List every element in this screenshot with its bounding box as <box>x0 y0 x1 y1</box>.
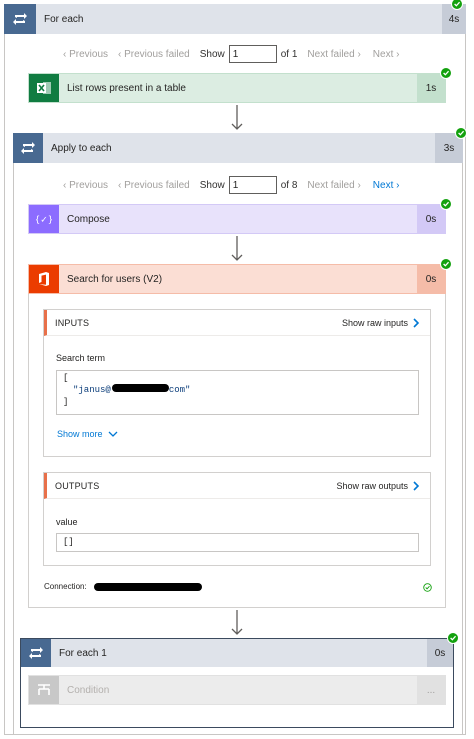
search-users-header[interactable]: Search for users (V2) 0s <box>28 264 446 294</box>
loop-icon <box>4 4 36 34</box>
redaction-mark <box>112 384 169 392</box>
inputs-header: INPUTS Show raw inputs <box>44 310 430 336</box>
search-users-duration: 0s <box>417 265 445 293</box>
loop-icon <box>21 639 51 667</box>
search-term-label: Search term <box>56 353 106 363</box>
list-rows-duration: 1s <box>417 74 445 102</box>
next-button[interactable]: Next › <box>373 49 400 60</box>
previous-failed-button[interactable]: ‹ Previous failed <box>118 180 190 191</box>
success-icon <box>440 258 452 270</box>
show-label: Show <box>199 179 225 191</box>
list-rows-title: List rows present in a table <box>67 82 186 94</box>
show-more-link[interactable]: Show more <box>57 429 118 439</box>
outputs-header: OUTPUTS Show raw outputs <box>44 473 430 499</box>
show-raw-outputs-link[interactable]: Show raw outputs <box>336 481 420 491</box>
list-rows-action[interactable]: List rows present in a table 1s <box>28 73 446 103</box>
compose-title: Compose <box>67 213 110 225</box>
for-each-header[interactable]: For each 4s <box>4 4 466 34</box>
page-input[interactable] <box>228 45 277 63</box>
loop-icon <box>13 133 43 163</box>
flow-arrow <box>231 105 243 130</box>
compose-duration: 0s <box>417 205 445 233</box>
success-icon <box>440 67 452 79</box>
chevron-right-icon <box>413 480 420 491</box>
page-input[interactable] <box>228 176 277 194</box>
redaction-mark <box>94 583 202 591</box>
for-each-title: For each <box>44 13 84 25</box>
office-icon <box>29 265 59 293</box>
flow-arrow <box>231 610 243 635</box>
apply-each-title: Apply to each <box>51 142 112 154</box>
search-term-box[interactable]: [ "janus@ com" ] <box>56 370 419 415</box>
condition-icon <box>29 676 59 704</box>
flow-arrow <box>231 236 243 261</box>
success-icon <box>455 127 467 139</box>
for-each-1-header[interactable]: For each 1 0s <box>21 639 453 667</box>
value-text: [] <box>63 537 74 547</box>
success-icon <box>447 632 459 644</box>
previous-button[interactable]: ‹ Previous <box>63 180 108 191</box>
previous-failed-button[interactable]: ‹ Previous failed <box>118 49 190 60</box>
page-count: of 1 <box>280 48 298 60</box>
compose-icon: {✓} <box>29 205 59 233</box>
inputs-title: INPUTS <box>55 317 90 328</box>
excel-icon <box>29 74 59 102</box>
value-label: value <box>56 517 78 527</box>
svg-text:{✓}: {✓} <box>36 216 52 226</box>
page-count: of 8 <box>280 179 298 191</box>
connection-label: Connection: <box>44 582 87 591</box>
outputs-title: OUTPUTS <box>55 480 100 491</box>
search-users-title: Search for users (V2) <box>67 273 163 285</box>
next-button[interactable]: Next › <box>373 180 400 191</box>
previous-button[interactable]: ‹ Previous <box>63 49 108 60</box>
next-failed-button[interactable]: Next failed › <box>307 49 360 60</box>
condition-action[interactable]: Condition ... <box>28 675 446 705</box>
compose-action[interactable]: {✓} Compose 0s <box>28 204 446 234</box>
chevron-right-icon <box>413 317 420 328</box>
show-raw-inputs-link[interactable]: Show raw inputs <box>342 318 420 328</box>
next-failed-button[interactable]: Next failed › <box>307 180 360 191</box>
show-label: Show <box>199 48 225 60</box>
success-icon <box>440 198 452 210</box>
condition-more-button[interactable]: ... <box>417 676 445 704</box>
pager-inner: ‹ Previous ‹ Previous failed Show of 8 N… <box>63 175 399 195</box>
for-each-1-title: For each 1 <box>59 647 107 659</box>
connection-ok-icon <box>423 583 432 592</box>
apply-each-header[interactable]: Apply to each 3s <box>13 133 463 163</box>
pager-outer: ‹ Previous ‹ Previous failed Show of 1 N… <box>63 44 399 64</box>
condition-title: Condition <box>67 684 110 696</box>
chevron-down-icon <box>108 431 117 437</box>
value-box[interactable]: [] <box>56 533 419 552</box>
